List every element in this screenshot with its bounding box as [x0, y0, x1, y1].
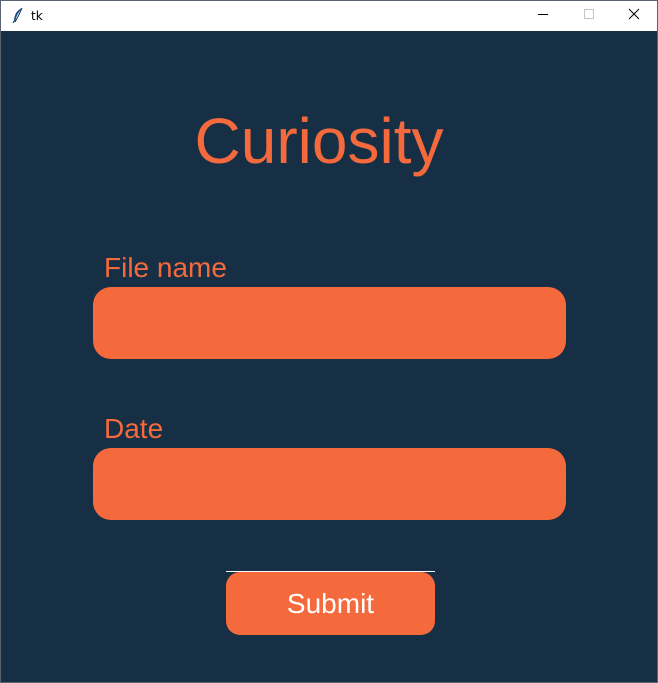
close-icon — [628, 7, 640, 25]
window-title: tk — [31, 9, 43, 23]
maximize-button[interactable] — [566, 1, 612, 31]
file-name-label: File name — [104, 252, 227, 283]
minimize-button[interactable] — [520, 1, 566, 31]
date-label: Date — [104, 413, 164, 444]
app-canvas: Curiosity File name Date Submit — [1, 31, 657, 682]
date-field[interactable] — [93, 448, 566, 520]
title-bar: tk — [1, 1, 657, 31]
minimize-icon — [537, 7, 549, 25]
feather-icon — [11, 7, 25, 24]
submit-button[interactable]: Submit — [226, 572, 435, 635]
file-name-field[interactable] — [93, 287, 566, 359]
app-window: tk Curiosity File name Date Submit — [0, 0, 658, 683]
page-title: Curiosity — [194, 105, 444, 177]
maximize-icon — [583, 7, 595, 25]
close-button[interactable] — [611, 1, 657, 31]
